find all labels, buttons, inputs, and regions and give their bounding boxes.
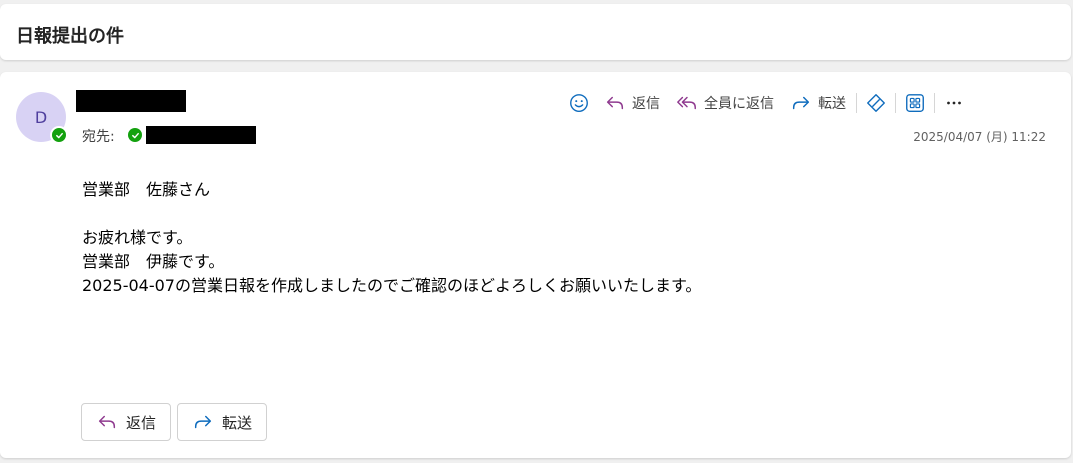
more-actions-button[interactable] (937, 90, 971, 116)
recipient-name-redacted[interactable] (146, 126, 256, 144)
apps-button[interactable] (898, 90, 932, 116)
reply-all-button[interactable]: 全員に返信 (668, 90, 782, 116)
quick-forward-label: 転送 (222, 413, 253, 432)
body-line: 営業部 伊藤です。 (82, 252, 225, 271)
forward-icon (194, 415, 212, 429)
smiley-icon (570, 94, 588, 112)
quick-reply-button[interactable]: 返信 (81, 403, 172, 441)
forward-label: 転送 (818, 96, 846, 112)
body-line: お疲れ様です。 (82, 228, 193, 247)
reply-icon (98, 415, 116, 429)
reply-button[interactable]: 返信 (596, 90, 668, 116)
body-line: 2025-04-07の営業日報を作成しましたのでご確認のほどよろしくお願いいたし… (82, 276, 702, 295)
emoji-reaction-button[interactable] (562, 90, 596, 116)
forward-icon (792, 96, 810, 110)
reply-icon (606, 96, 624, 110)
apps-grid-icon (906, 94, 924, 112)
reply-all-label: 全員に返信 (704, 96, 774, 112)
reply-all-icon (677, 96, 696, 110)
message-card: D 宛先: 返信 全員に返信 転送 2025/04/07 (月) 11:22 営… (0, 72, 1071, 458)
message-toolbar: 返信 全員に返信 転送 (562, 90, 971, 116)
sender-presence-icon (50, 126, 68, 144)
reply-label: 返信 (632, 96, 660, 112)
quick-actions: 返信 転送 (81, 403, 268, 441)
sender-name-redacted[interactable] (76, 90, 186, 112)
link-diamond-icon (867, 94, 885, 112)
received-timestamp: 2025/04/07 (月) 11:22 (913, 130, 1046, 144)
quick-forward-button[interactable]: 転送 (177, 403, 268, 441)
quick-reply-label: 返信 (126, 413, 157, 432)
copilot-button[interactable] (859, 90, 893, 116)
email-subject: 日報提出の件 (16, 26, 124, 47)
avatar-initial: D (34, 107, 48, 127)
body-line: 営業部 佐藤さん (82, 180, 211, 199)
toolbar-divider (895, 93, 896, 113)
message-body: 営業部 佐藤さん お疲れ様です。 営業部 伊藤です。 2025-04-07の営業… (82, 178, 701, 298)
forward-button[interactable]: 転送 (782, 90, 854, 116)
toolbar-divider (856, 93, 857, 113)
toolbar-divider (934, 93, 935, 113)
subject-bar: 日報提出の件 (0, 4, 1071, 60)
more-horizontal-icon (947, 101, 961, 105)
to-label: 宛先: (82, 129, 115, 145)
recipient-presence-icon (128, 128, 142, 142)
